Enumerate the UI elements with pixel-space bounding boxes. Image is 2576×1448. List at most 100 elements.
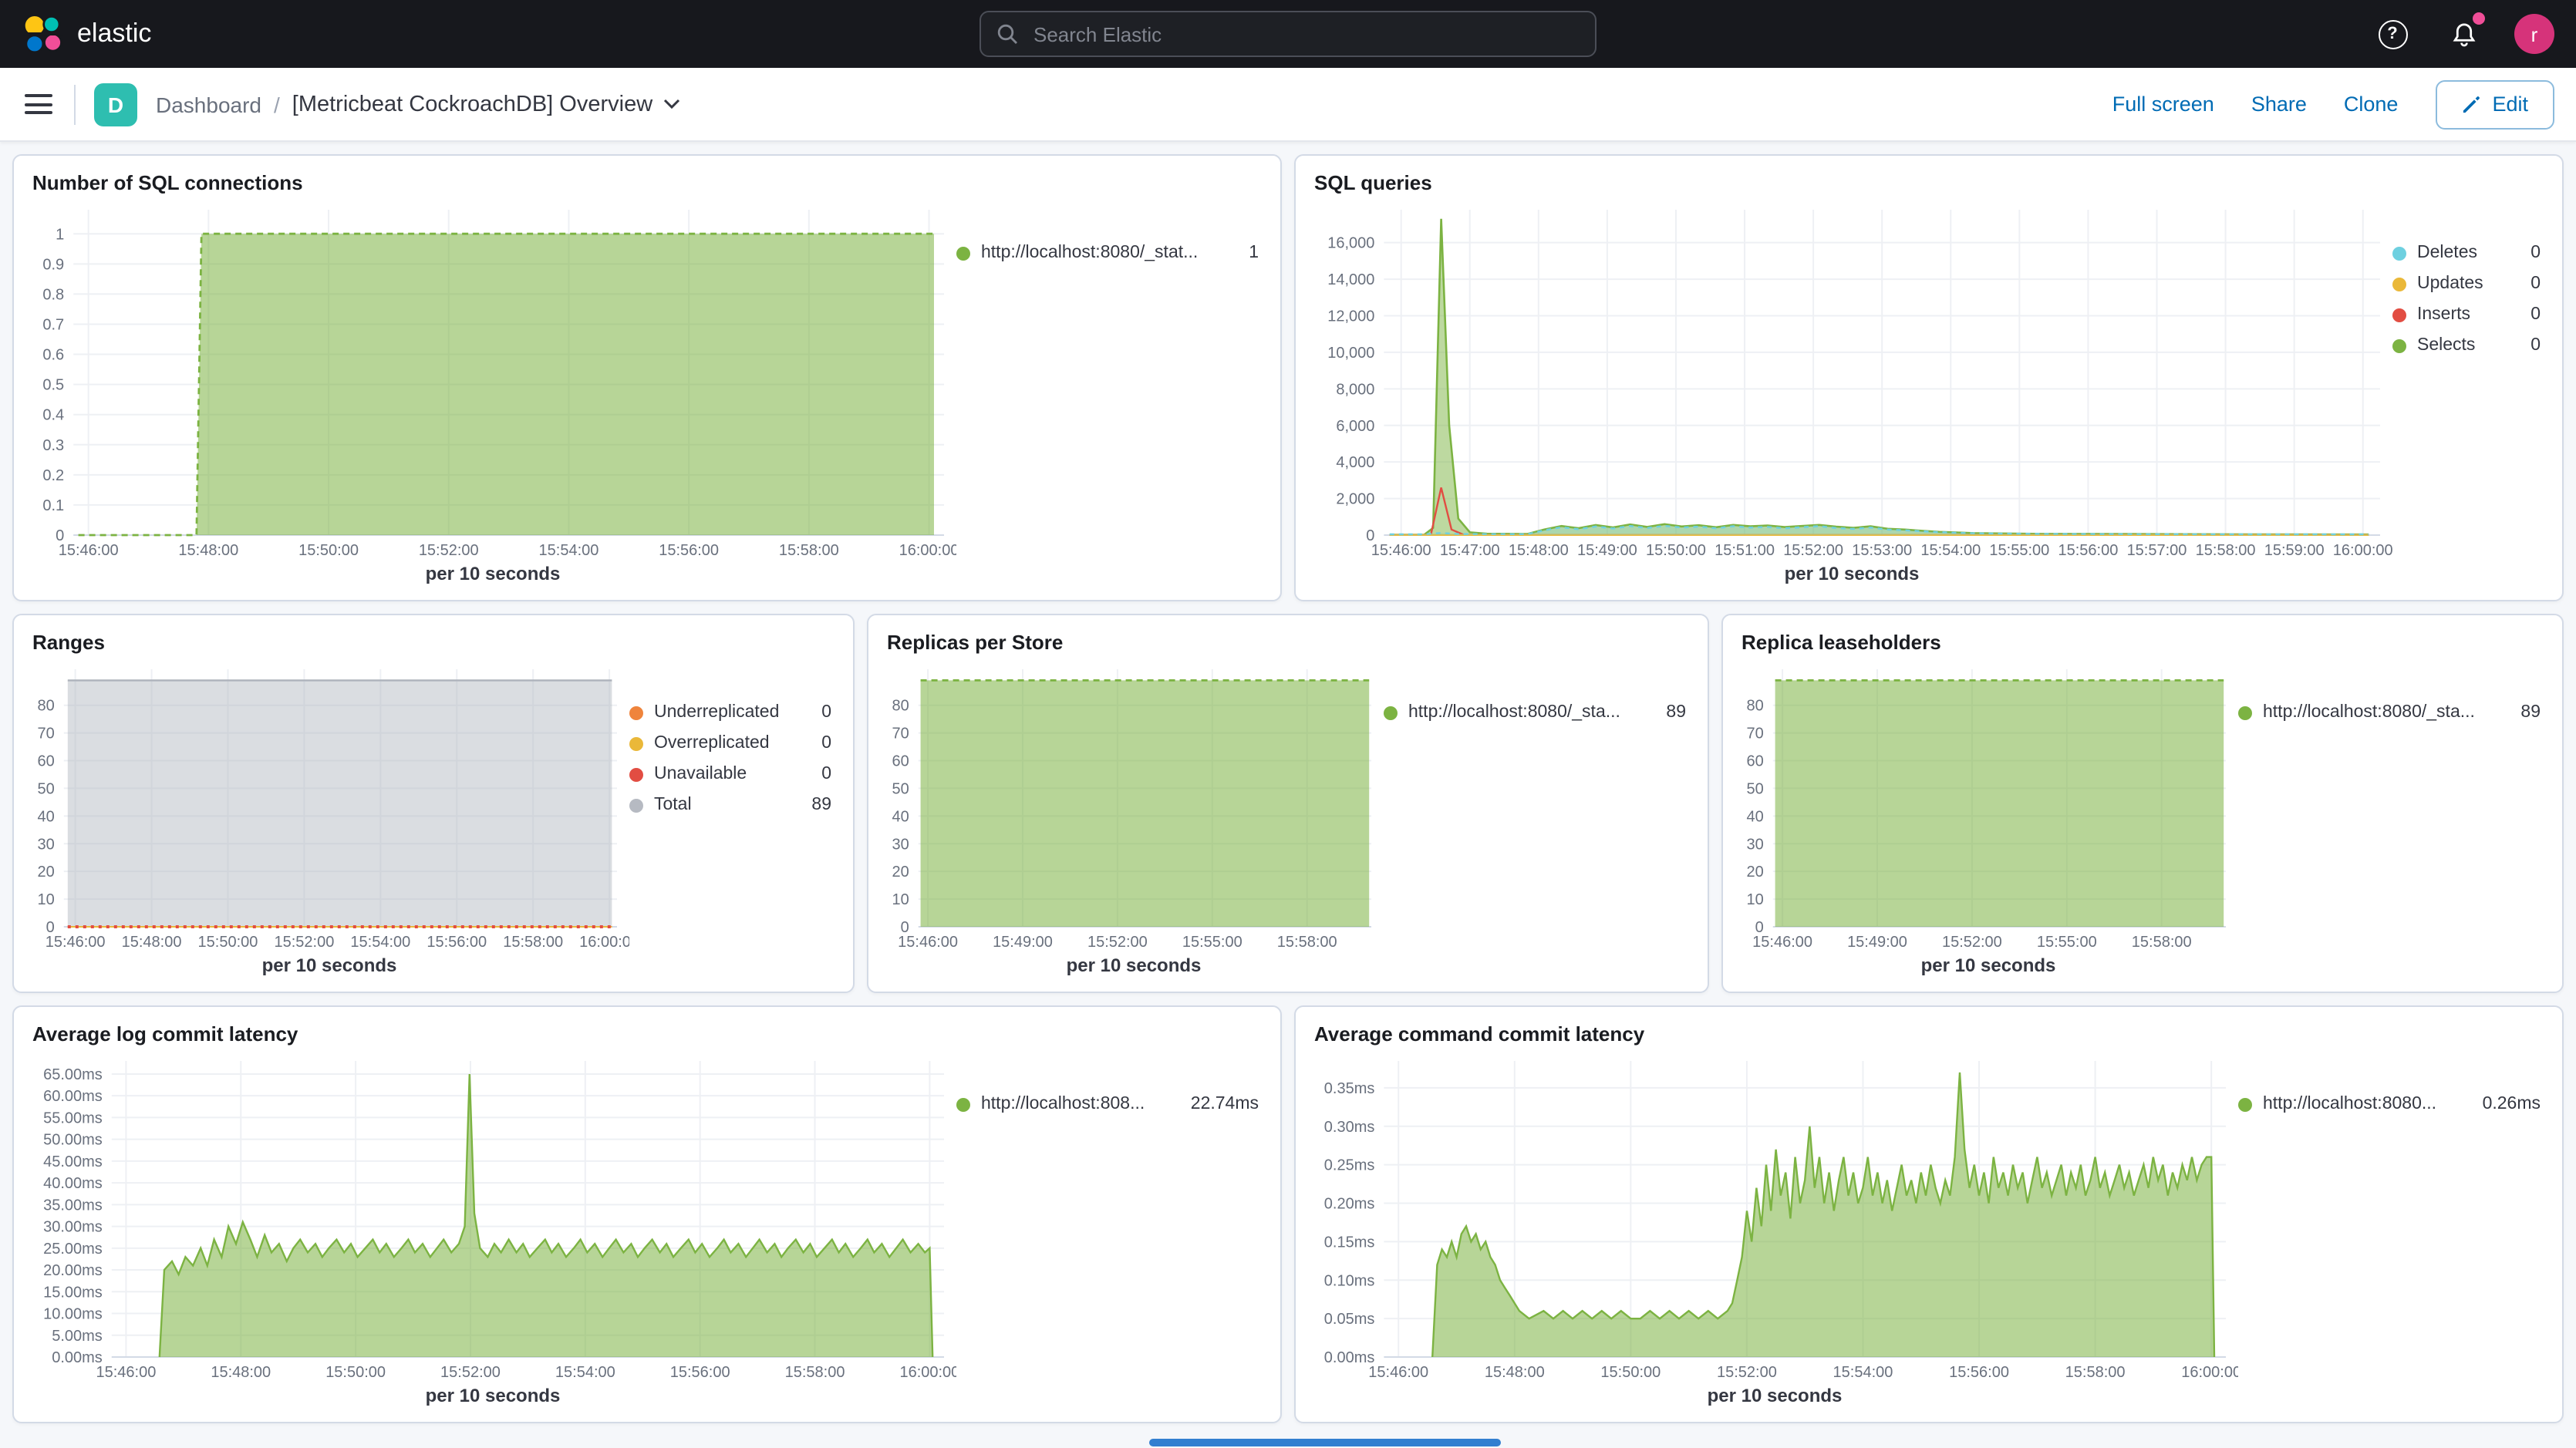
legend-label: http://localhost:8080/_sta... (1408, 703, 1620, 722)
svg-text:15:52:00: 15:52:00 (274, 934, 334, 951)
legend-item[interactable]: http://localhost:8080/_sta...89 (1384, 703, 1686, 722)
svg-text:15:46:00: 15:46:00 (1752, 934, 1812, 951)
chart-ranges[interactable]: 15:46:0015:48:0015:50:0015:52:0015:54:00… (29, 657, 629, 953)
svg-text:15:56:00: 15:56:00 (1949, 1364, 2009, 1381)
svg-text:15:49:00: 15:49:00 (1847, 934, 1907, 951)
svg-text:50.00ms: 50.00ms (43, 1132, 103, 1149)
svg-text:15:46:00: 15:46:00 (898, 934, 958, 951)
chart-sql-queries[interactable]: 15:46:0015:47:0015:48:0015:49:0015:50:00… (1311, 197, 2392, 561)
legend-item[interactable]: Unavailable0 (629, 765, 831, 783)
notifications-button[interactable] (2443, 14, 2483, 54)
svg-text:16:00:00: 16:00:00 (899, 1364, 956, 1381)
legend-item[interactable]: Deletes0 (2392, 244, 2541, 262)
svg-text:20: 20 (892, 864, 909, 881)
legend-label: Selects (2417, 336, 2475, 355)
panel-title[interactable]: SQL queries (1314, 171, 2547, 194)
elastic-brand[interactable]: elastic (22, 13, 151, 55)
chart-replica-leaseholders[interactable]: 15:46:0015:49:0015:52:0015:55:0015:58:00… (1738, 657, 2238, 953)
svg-text:80: 80 (892, 698, 909, 715)
svg-text:30: 30 (38, 836, 55, 853)
menu-button[interactable] (22, 88, 56, 120)
share-button[interactable]: Share (2251, 93, 2307, 116)
elastic-logo (22, 13, 63, 55)
chart-legend: Underreplicated0 Overreplicated0 Unavailab… (629, 657, 838, 979)
legend-value: 0 (2515, 274, 2541, 293)
svg-text:20: 20 (38, 864, 55, 881)
page-title[interactable]: [Metricbeat CockroachDB] Overview (292, 92, 680, 116)
panel-title[interactable]: Ranges (32, 631, 838, 654)
svg-text:15:54:00: 15:54:00 (350, 934, 410, 951)
legend-item[interactable]: http://localhost:8080/_sta...89 (2238, 703, 2541, 722)
x-axis-label: per 10 seconds (29, 953, 629, 979)
svg-text:40: 40 (1747, 808, 1764, 825)
legend-item[interactable]: Updates0 (2392, 274, 2541, 293)
svg-text:0.7: 0.7 (42, 316, 64, 333)
dashboard-app-badge[interactable]: D (94, 83, 137, 126)
legend-item[interactable]: http://localhost:8080...0.26ms (2238, 1095, 2541, 1113)
edit-button[interactable]: Edit (2435, 79, 2554, 129)
chart-replicas-per-store[interactable]: 15:46:0015:49:0015:52:0015:55:0015:58:00… (884, 657, 1384, 953)
bell-icon (2450, 21, 2477, 47)
svg-text:15:58:00: 15:58:00 (779, 542, 839, 559)
toolbar-divider (74, 84, 76, 124)
legend-item[interactable]: Total89 (629, 796, 831, 814)
svg-text:60.00ms: 60.00ms (43, 1088, 103, 1105)
panel-title[interactable]: Average command commit latency (1314, 1022, 2547, 1046)
x-axis-label: per 10 seconds (1311, 1383, 2238, 1409)
svg-text:15:58:00: 15:58:00 (2196, 542, 2256, 559)
chart-average-command-commit-latency[interactable]: 15:46:0015:48:0015:50:0015:52:0015:54:00… (1311, 1049, 2238, 1383)
svg-text:60: 60 (892, 753, 909, 770)
svg-text:15.00ms: 15.00ms (43, 1284, 103, 1301)
svg-text:16:00:00: 16:00:00 (2333, 542, 2392, 559)
panel-title[interactable]: Replicas per Store (887, 631, 1692, 654)
svg-text:70: 70 (892, 726, 909, 743)
horizontal-scrollbar-thumb[interactable] (1149, 1439, 1501, 1446)
svg-text:0.3: 0.3 (42, 437, 64, 454)
chart-number-of-sql-connections[interactable]: 15:46:0015:48:0015:50:0015:52:0015:54:00… (29, 197, 956, 561)
svg-text:15:53:00: 15:53:00 (1852, 542, 1912, 559)
breadcrumb-dashboard[interactable]: Dashboard (156, 92, 261, 116)
svg-text:15:46:00: 15:46:00 (96, 1364, 156, 1381)
help-icon: ? (2378, 19, 2407, 49)
legend-item[interactable]: Underreplicated0 (629, 703, 831, 722)
legend-item[interactable]: Overreplicated0 (629, 734, 831, 753)
svg-text:15:58:00: 15:58:00 (785, 1364, 845, 1381)
x-axis-label: per 10 seconds (1311, 561, 2392, 588)
svg-text:16:00:00: 16:00:00 (579, 934, 629, 951)
breadcrumb-separator: / (274, 92, 280, 116)
legend-label: Overreplicated (654, 734, 770, 753)
global-search[interactable] (979, 11, 1597, 57)
help-button[interactable]: ? (2372, 14, 2412, 54)
svg-text:15:56:00: 15:56:00 (659, 542, 719, 559)
global-header: elastic ? r (0, 0, 2576, 68)
svg-text:15:48:00: 15:48:00 (178, 542, 238, 559)
svg-text:50: 50 (38, 780, 55, 797)
clone-button[interactable]: Clone (2344, 93, 2399, 116)
svg-text:0.00ms: 0.00ms (1324, 1349, 1375, 1366)
svg-text:0.15ms: 0.15ms (1324, 1234, 1375, 1251)
user-avatar[interactable]: r (2514, 14, 2554, 54)
panel-title[interactable]: Number of SQL connections (32, 171, 1265, 194)
svg-text:0.05ms: 0.05ms (1324, 1311, 1375, 1328)
full-screen-button[interactable]: Full screen (2112, 93, 2214, 116)
panel-title[interactable]: Replica leaseholders (1741, 631, 2547, 654)
svg-text:15:57:00: 15:57:00 (2127, 542, 2187, 559)
legend-item[interactable]: http://localhost:8080/_stat...1 (956, 244, 1259, 262)
legend-item[interactable]: http://localhost:808...22.74ms (956, 1095, 1259, 1113)
svg-text:30: 30 (892, 836, 909, 853)
legend-item[interactable]: Inserts0 (2392, 305, 2541, 324)
avatar-initial: r (2531, 22, 2538, 45)
legend-item[interactable]: Selects0 (2392, 336, 2541, 355)
svg-text:55.00ms: 55.00ms (43, 1110, 103, 1126)
svg-text:15:48:00: 15:48:00 (211, 1364, 271, 1381)
svg-text:0.4: 0.4 (42, 407, 64, 424)
svg-text:15:54:00: 15:54:00 (1920, 542, 1981, 559)
search-input[interactable] (1030, 21, 1580, 47)
svg-text:15:56:00: 15:56:00 (670, 1364, 730, 1381)
chart-average-log-commit-latency[interactable]: 15:46:0015:48:0015:50:0015:52:0015:54:00… (29, 1049, 956, 1383)
svg-text:15:55:00: 15:55:00 (1182, 934, 1242, 951)
svg-text:15:47:00: 15:47:00 (1440, 542, 1500, 559)
svg-text:15:52:00: 15:52:00 (1087, 934, 1148, 951)
svg-text:16,000: 16,000 (1327, 235, 1374, 252)
panel-title[interactable]: Average log commit latency (32, 1022, 1265, 1046)
